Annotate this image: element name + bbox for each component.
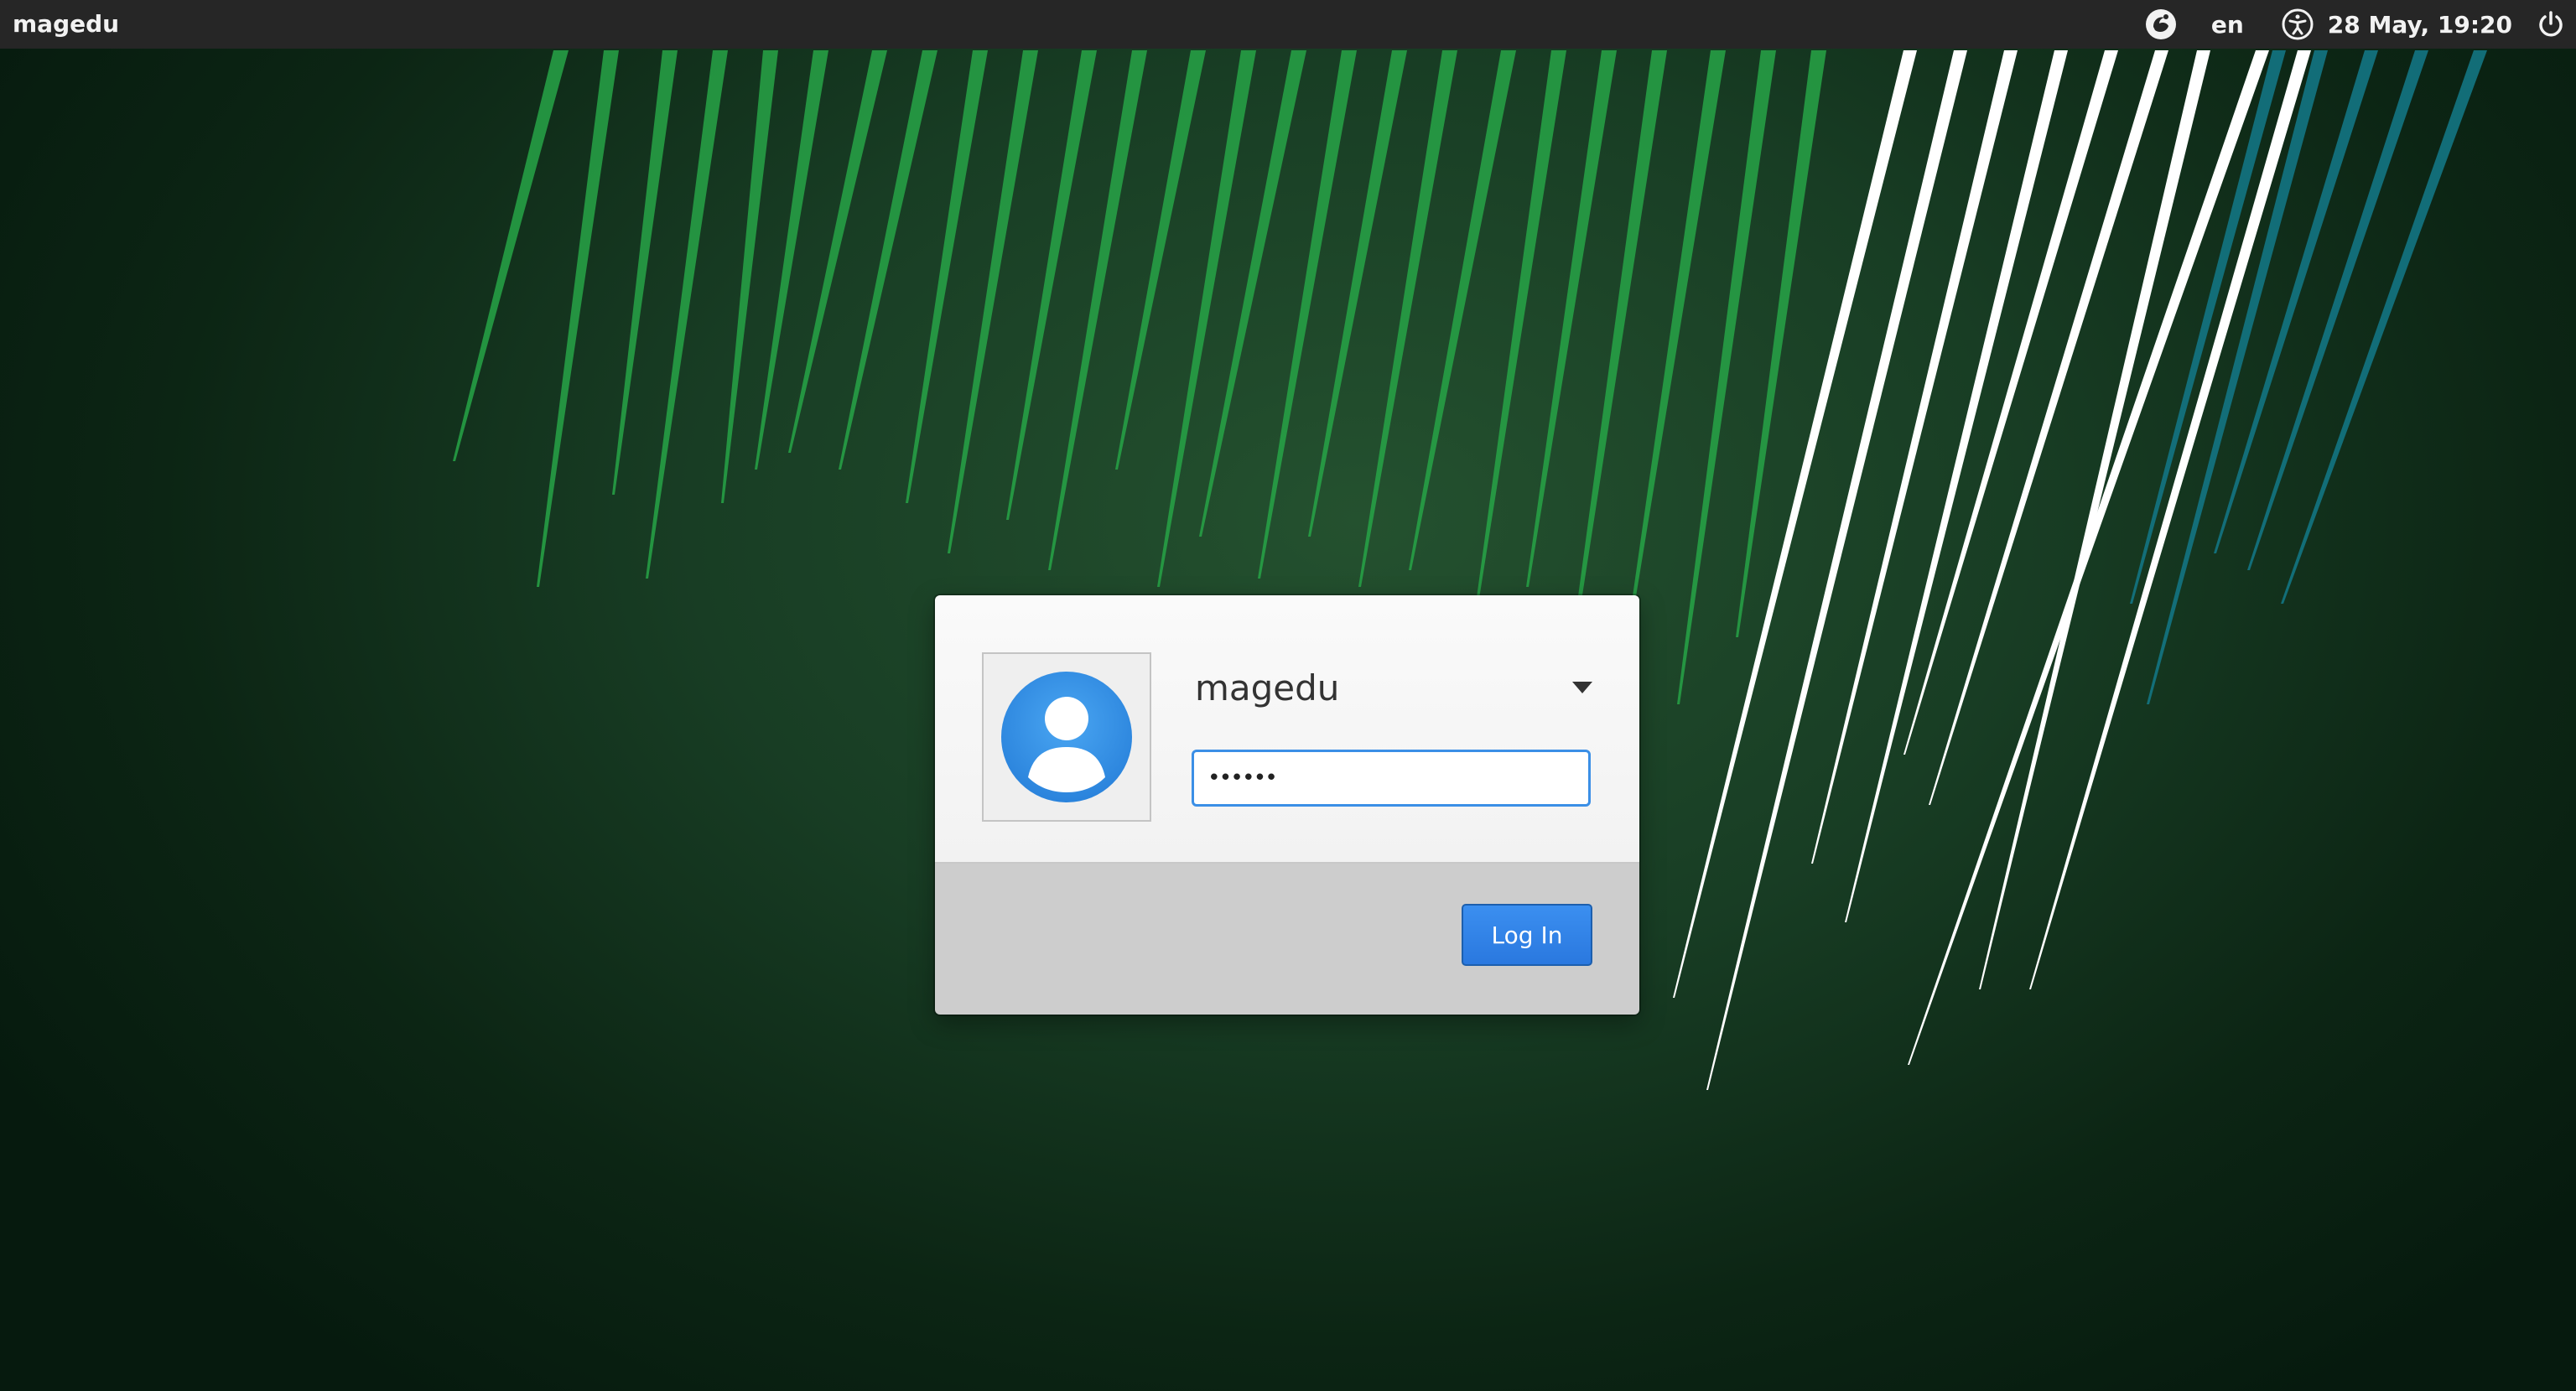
login-dialog-footer: Log In bbox=[935, 864, 1639, 1015]
login-screen: magedu en 28 May, 19:20 magedu •••••• Lo… bbox=[0, 0, 2576, 1391]
user-name-label: magedu bbox=[1195, 667, 1340, 708]
login-button[interactable]: Log In bbox=[1462, 904, 1592, 966]
wallpaper-stripe bbox=[1358, 50, 1457, 587]
wallpaper-stripe bbox=[948, 50, 1038, 553]
wallpaper-stripe bbox=[2281, 50, 2487, 604]
keyboard-layout-indicator[interactable]: en bbox=[2211, 11, 2244, 39]
wallpaper-stripe bbox=[721, 50, 778, 503]
wallpaper-stripe bbox=[788, 50, 887, 453]
wallpaper-stripe bbox=[1677, 50, 1776, 704]
wallpaper-stripe bbox=[1811, 50, 2018, 864]
wallpaper-stripe bbox=[1736, 50, 1826, 637]
login-dialog: magedu Log In bbox=[935, 595, 1639, 1015]
user-avatar-icon bbox=[982, 652, 1151, 822]
user-selector[interactable]: magedu bbox=[1195, 661, 1597, 714]
wallpaper-stripe bbox=[537, 50, 619, 587]
wallpaper-stripe bbox=[2247, 50, 2428, 570]
wallpaper-stripe bbox=[1409, 50, 1516, 570]
password-field[interactable] bbox=[1192, 750, 1591, 807]
top-bar: magedu en 28 May, 19:20 bbox=[0, 0, 2576, 49]
wallpaper-stripe bbox=[1258, 50, 1357, 579]
power-icon[interactable] bbox=[2534, 8, 2568, 41]
hostname-label: magedu bbox=[13, 10, 120, 38]
wallpaper-stripe bbox=[453, 50, 569, 461]
session-icon[interactable] bbox=[2142, 6, 2179, 43]
chevron-down-icon[interactable] bbox=[1567, 672, 1597, 703]
wallpaper-stripe bbox=[1568, 50, 1667, 671]
wallpaper-stripe bbox=[1308, 50, 1407, 537]
wallpaper-stripe bbox=[1199, 50, 1306, 537]
wallpaper-stripe bbox=[2147, 50, 2328, 704]
accessibility-icon[interactable] bbox=[2279, 6, 2316, 43]
wallpaper-stripe bbox=[1526, 50, 1617, 587]
wallpaper-stripe bbox=[2130, 50, 2286, 604]
login-dialog-body: magedu bbox=[935, 595, 1639, 864]
datetime-indicator[interactable]: 28 May, 19:20 bbox=[2328, 11, 2512, 39]
wallpaper-stripe bbox=[1048, 50, 1147, 570]
indicator-area: en 28 May, 19:20 bbox=[2142, 0, 2576, 49]
